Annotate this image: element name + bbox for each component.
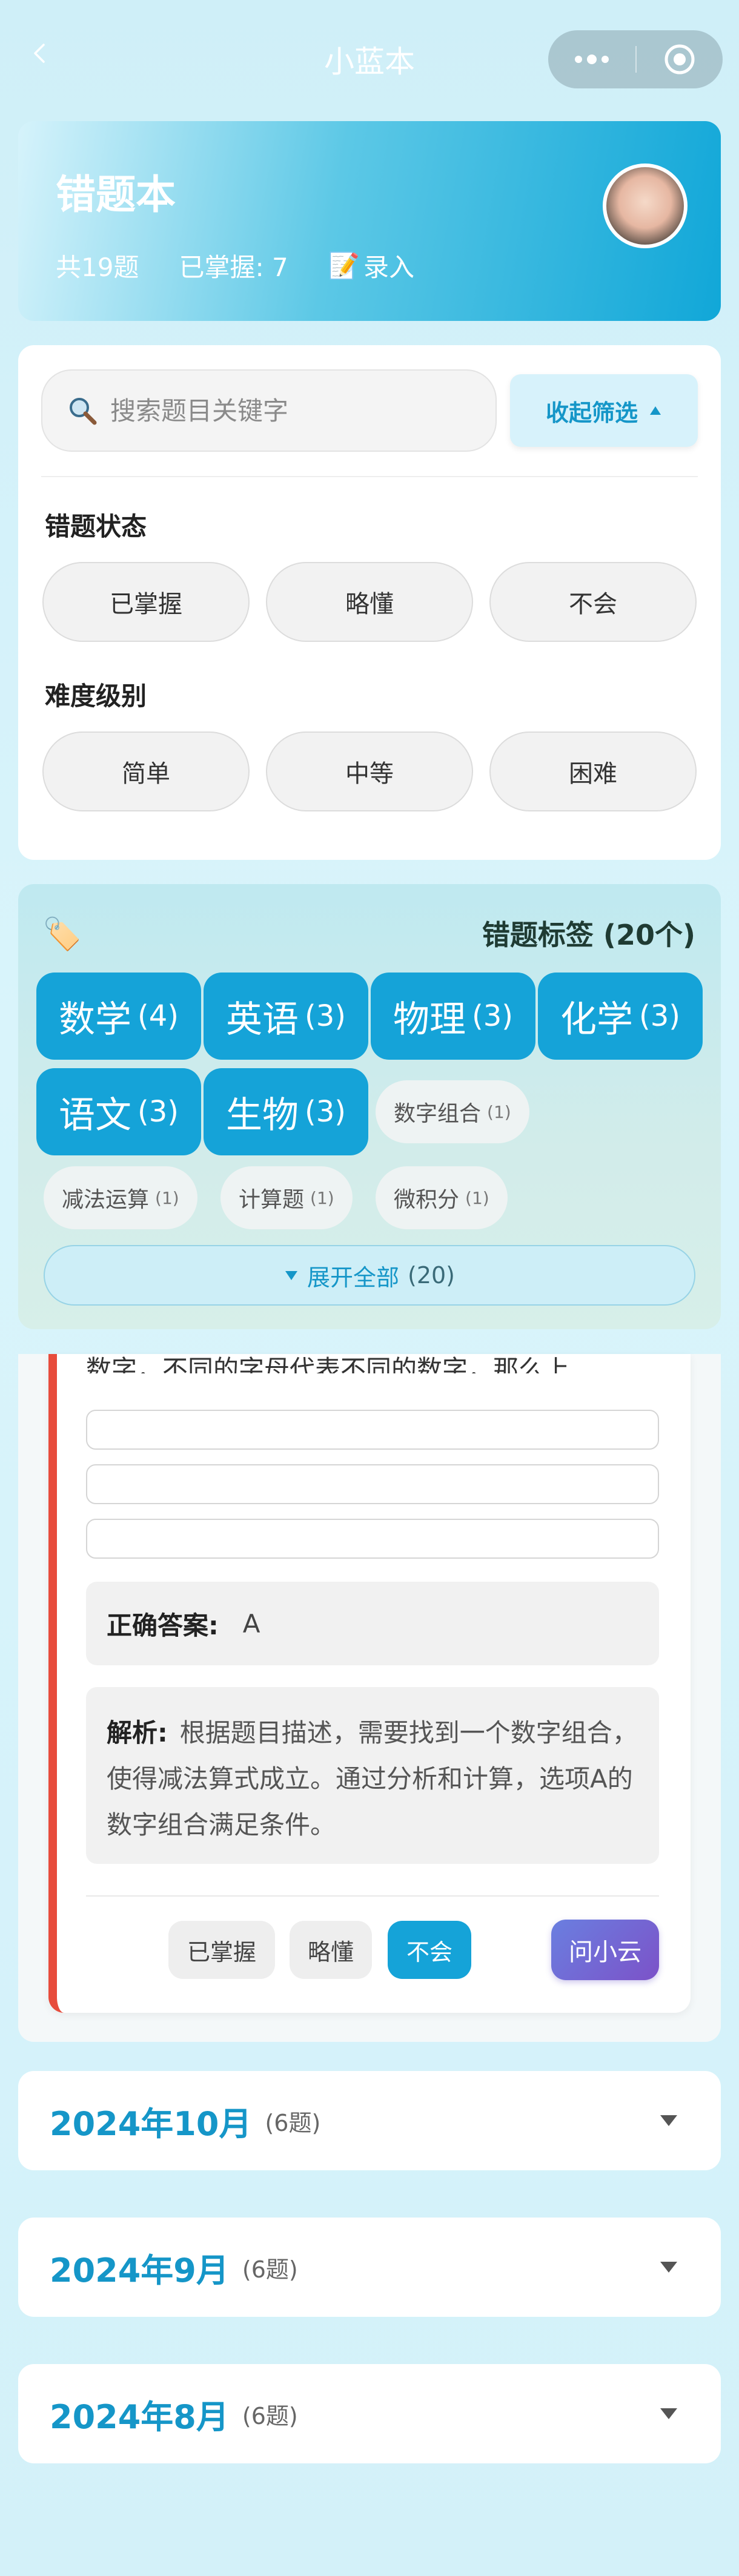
avatar[interactable] — [603, 163, 688, 248]
caret-down-icon — [285, 1271, 297, 1280]
month-count: (6题) — [242, 2402, 298, 2429]
mastered-count: 已掌握: 7 — [179, 253, 288, 282]
search-icon — [70, 398, 97, 425]
status-option-partial[interactable]: 略懂 — [266, 562, 473, 642]
tag-icon: 🏷️ — [42, 916, 82, 953]
question-text: 数字，不同的字母代表不同的数字，那么上 — [86, 1355, 570, 1373]
ask-xiaoyun-button[interactable]: 问小云 — [551, 1920, 659, 1980]
month-section-2024-09[interactable]: 2024年9月 (6题) — [18, 2218, 721, 2317]
tag-label: 化学 — [560, 998, 633, 1041]
memo-icon: 📝 — [328, 250, 360, 280]
month-section-2024-10[interactable]: 2024年10月 (6题) — [18, 2071, 721, 2170]
tag-chinese[interactable]: 语文 (3) — [36, 1068, 201, 1155]
question-card — [48, 1354, 691, 2013]
tag-count: (1) — [487, 1101, 511, 1122]
search-input[interactable] — [110, 395, 474, 426]
expand-all-label: 展开全部 — [307, 1264, 399, 1291]
option-box[interactable] — [86, 1410, 659, 1450]
correct-answer-value: A — [242, 1608, 260, 1639]
expand-all-count: (20) — [408, 1262, 456, 1289]
question-divider — [86, 1895, 659, 1897]
option-box[interactable] — [86, 1464, 659, 1504]
tag-math[interactable]: 数学 (4) — [36, 973, 201, 1060]
tag-english[interactable]: 英语 (3) — [204, 973, 368, 1060]
month-title: 2024年10月 — [50, 2104, 252, 2143]
month-count: (6题) — [265, 2109, 321, 2136]
chevron-down-icon — [660, 2262, 677, 2273]
record-button[interactable]: 📝 录入 — [328, 247, 414, 284]
tag-count: (3) — [305, 999, 346, 1033]
analysis-box: 解析: 根据题目描述，需要找到一个数字组合，使得减法算式成立。通过分析和计算，选项… — [86, 1687, 659, 1864]
month-count: (6题) — [242, 2256, 298, 2283]
tag-calculation[interactable]: 计算题 (1) — [220, 1166, 353, 1229]
tag-count: (3) — [305, 1095, 346, 1129]
difficulty-section-title: 难度级别 — [45, 681, 147, 711]
tag-label: 英语 — [226, 998, 299, 1041]
expand-all-button[interactable]: 展开全部 (20) — [44, 1245, 695, 1306]
option-box[interactable] — [86, 1519, 659, 1559]
tag-label: 减法运算 — [62, 1187, 150, 1212]
tag-label: 数学 — [59, 998, 131, 1041]
chevron-down-icon — [660, 2408, 677, 2419]
tag-label: 微积分 — [394, 1187, 460, 1212]
tag-chemistry[interactable]: 化学 (3) — [538, 973, 703, 1060]
tag-subtraction[interactable]: 减法运算 (1) — [44, 1166, 197, 1229]
tag-biology[interactable]: 生物 (3) — [204, 1068, 368, 1155]
tag-calculus[interactable]: 微积分 (1) — [376, 1166, 508, 1229]
status-section-title: 错题状态 — [45, 512, 147, 541]
status-option-mastered[interactable]: 已掌握 — [42, 562, 250, 642]
header-stats: 共19题 已掌握: 7 📝 录入 — [56, 247, 414, 284]
search-box[interactable] — [41, 369, 497, 452]
difficulty-option-medium[interactable]: 中等 — [266, 732, 473, 811]
filter-divider — [41, 476, 698, 477]
correct-answer-box: 正确答案: A — [86, 1582, 659, 1665]
page-title: 错题本 — [56, 171, 176, 218]
tag-number-combination[interactable]: 数字组合 (1) — [376, 1080, 529, 1143]
mark-partial-button[interactable]: 略懂 — [290, 1921, 372, 1979]
tag-label: 生物 — [226, 1094, 299, 1137]
collapse-filter-button[interactable]: 收起筛选 — [510, 374, 698, 447]
difficulty-option-easy[interactable]: 简单 — [42, 732, 250, 811]
status-option-unknown[interactable]: 不会 — [489, 562, 697, 642]
caret-up-icon — [650, 406, 661, 415]
tag-label: 语文 — [59, 1094, 131, 1137]
tag-label: 物理 — [393, 998, 466, 1041]
analysis-text: 根据题目描述，需要找到一个数字组合，使得减法算式成立。通过分析和计算，选项A的数… — [107, 1718, 638, 1840]
tag-count: (1) — [310, 1187, 334, 1208]
close-target-icon[interactable] — [637, 30, 723, 88]
mark-mastered-button[interactable]: 已掌握 — [168, 1921, 275, 1979]
month-section-2024-08[interactable]: 2024年8月 (6题) — [18, 2364, 721, 2463]
tag-label: 计算题 — [239, 1187, 305, 1212]
analysis-label: 解析: — [107, 1718, 168, 1748]
record-label: 录入 — [363, 253, 414, 282]
tag-count: (4) — [138, 999, 179, 1033]
total-count: 共19题 — [56, 253, 139, 282]
tag-physics[interactable]: 物理 (3) — [371, 973, 535, 1060]
month-title: 2024年8月 — [50, 2397, 229, 2436]
collapse-filter-label: 收起筛选 — [545, 399, 638, 426]
more-icon[interactable] — [548, 30, 635, 88]
difficulty-option-hard[interactable]: 困难 — [489, 732, 697, 811]
chevron-down-icon — [660, 2115, 677, 2126]
tag-count: (3) — [138, 1095, 179, 1129]
tag-count: (1) — [155, 1187, 179, 1208]
correct-answer-label: 正确答案: — [107, 1610, 219, 1640]
tag-count: (3) — [639, 999, 680, 1033]
month-title: 2024年9月 — [50, 2251, 229, 2290]
mini-program-capsule — [548, 30, 723, 88]
tag-count: (1) — [465, 1187, 489, 1208]
tag-count: (3) — [472, 999, 513, 1033]
tag-label: 数字组合 — [394, 1101, 482, 1126]
mark-unknown-button[interactable]: 不会 — [388, 1921, 471, 1979]
tags-title: 错题标签 (20个) — [482, 919, 695, 951]
